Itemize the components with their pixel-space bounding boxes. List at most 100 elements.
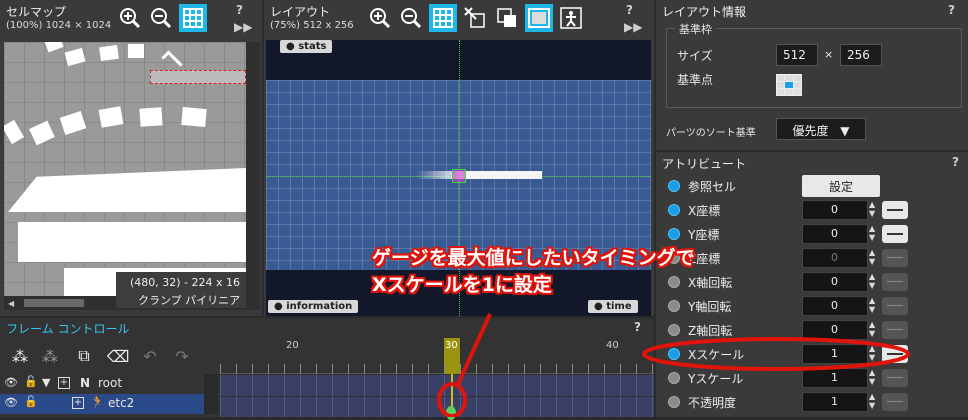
duplicate-icon[interactable]: ⧉	[70, 342, 98, 370]
attribute-row[interactable]: Z軸回転 0 ▲ ▼	[656, 318, 968, 342]
sort-select[interactable]: 優先度 ▼	[776, 118, 866, 140]
eye-icon[interactable]: 👁	[4, 376, 18, 389]
attribute-row[interactable]: 参照セル 設定	[656, 174, 968, 198]
base-frame-group: 基準枠 サイズ 基準点	[666, 21, 962, 108]
frame-control-help-icon[interactable]: ?	[634, 320, 641, 334]
curve-button[interactable]	[882, 249, 908, 267]
reference-cell-button[interactable]: 設定	[802, 175, 880, 197]
bounds-icon[interactable]	[493, 4, 521, 32]
spin-arrows-icon[interactable]: ▲ ▼	[869, 200, 875, 218]
collapse-arrow-icon[interactable]: ▼	[42, 376, 50, 389]
cell-piece	[44, 42, 64, 53]
layout-info-panel: レイアウト情報 ? 基準枠 サイズ 基準点 512 × 256 パーツのソート基…	[656, 0, 968, 150]
undo-icon[interactable]: ↶	[136, 342, 164, 370]
curve-button[interactable]	[882, 225, 908, 243]
part-origin-marker[interactable]	[452, 169, 466, 183]
attribute-row[interactable]: X軸回転 0 ▲ ▼	[656, 270, 968, 294]
curve-button[interactable]	[882, 297, 908, 315]
origin-cross-icon[interactable]	[461, 4, 489, 32]
spin-arrows-icon[interactable]: ▲ ▼	[869, 248, 875, 266]
spin-arrows-icon[interactable]: ▲ ▼	[869, 344, 875, 362]
cellmap-canvas[interactable]	[4, 42, 246, 296]
zoom-out-icon[interactable]	[397, 4, 425, 32]
eye-icon[interactable]: 👁	[4, 396, 18, 409]
add-null-icon[interactable]: ⁂	[36, 342, 64, 370]
attribute-value[interactable]: 0	[802, 320, 868, 340]
zoom-out-icon[interactable]	[147, 4, 175, 32]
curve-button[interactable]	[882, 273, 908, 291]
keyframe-marker[interactable]	[446, 406, 456, 420]
width-field[interactable]: 512	[776, 44, 818, 66]
track-row-etc2[interactable]: 👁 🔓 + 🏃 etc2	[0, 394, 218, 414]
spin-arrows-icon[interactable]: ▲ ▼	[869, 392, 875, 410]
attribute-value[interactable]: 0	[802, 272, 868, 292]
spin-arrows-icon[interactable]: ▲ ▼	[869, 368, 875, 386]
lock-icon[interactable]: 🔓	[24, 395, 38, 408]
curve-button[interactable]	[882, 201, 908, 219]
zoom-in-icon[interactable]	[366, 4, 394, 32]
attribute-value[interactable]: 0	[802, 248, 868, 268]
attribute-value[interactable]: 1	[802, 368, 868, 388]
attribute-toggle[interactable]	[668, 396, 680, 408]
spin-arrows-icon[interactable]: ▲ ▼	[869, 320, 875, 338]
attribute-row[interactable]: Y軸回転 0 ▲ ▼	[656, 294, 968, 318]
spin-arrows-icon[interactable]: ▲ ▼	[869, 296, 875, 314]
spin-arrows-icon[interactable]: ▲ ▼	[869, 224, 875, 242]
layout-info-help-icon[interactable]: ?	[948, 3, 955, 17]
attribute-value[interactable]: 1	[802, 344, 868, 364]
track-scrollbar[interactable]	[204, 374, 218, 414]
attribute-toggle[interactable]	[668, 276, 680, 288]
information-tag: ● information	[268, 300, 359, 313]
attribute-row[interactable]: Yスケール 1 ▲ ▼	[656, 366, 968, 390]
stats-tag-label: stats	[298, 41, 327, 52]
height-field[interactable]: 256	[840, 44, 882, 66]
attribute-row[interactable]: Z座標 0 ▲ ▼	[656, 246, 968, 270]
grid-toggle-icon[interactable]	[429, 4, 457, 32]
timeline-area[interactable]: 20 40 30	[220, 338, 654, 420]
figure-icon[interactable]	[557, 4, 585, 32]
origin-grid-icon[interactable]	[776, 74, 802, 96]
delete-icon[interactable]: ⌫	[104, 342, 132, 370]
curve-button[interactable]	[882, 369, 908, 387]
attribute-toggle[interactable]	[668, 228, 680, 240]
attribute-row[interactable]: X座標 0 ▲ ▼	[656, 198, 968, 222]
cell-piece	[18, 222, 246, 262]
redo-icon[interactable]: ↷	[168, 342, 196, 370]
attribute-help-icon[interactable]: ?	[952, 155, 959, 169]
cellmap-scroll-v[interactable]	[246, 42, 260, 296]
track-row-root[interactable]: 👁 🔓 ▼ + N root	[0, 374, 218, 394]
attribute-toggle[interactable]	[668, 204, 680, 216]
zoom-in-icon[interactable]	[116, 4, 144, 32]
attribute-row[interactable]: Xスケール 1 ▲ ▼	[656, 342, 968, 366]
attribute-toggle[interactable]	[668, 348, 680, 360]
attribute-value[interactable]: 0	[802, 224, 868, 244]
add-part-icon[interactable]: ⁂	[6, 342, 34, 370]
curve-button[interactable]	[882, 321, 908, 339]
frame-toggle-icon[interactable]	[525, 4, 553, 32]
cellmap-help-icon[interactable]: ?	[236, 3, 243, 17]
attribute-label: 不透明度	[688, 396, 737, 410]
attribute-row[interactable]: 不透明度 1 ▲ ▼	[656, 390, 968, 414]
attribute-toggle[interactable]	[668, 300, 680, 312]
curve-button[interactable]	[882, 345, 908, 363]
spin-arrows-icon[interactable]: ▲ ▼	[869, 272, 875, 290]
figure-icon: 🏃	[90, 395, 105, 409]
expand-box-icon[interactable]: +	[72, 397, 84, 409]
lock-icon[interactable]: 🔓	[24, 375, 38, 388]
ruler-label: 40	[606, 340, 619, 351]
layout-help-icon[interactable]: ?	[626, 3, 633, 17]
attribute-toggle[interactable]	[668, 372, 680, 384]
curve-button[interactable]	[882, 393, 908, 411]
layout-expand-icon[interactable]: ▶▶	[624, 20, 642, 34]
attribute-toggle[interactable]	[668, 324, 680, 336]
attribute-value[interactable]: 0	[802, 296, 868, 316]
attribute-row[interactable]: Y座標 0 ▲ ▼	[656, 222, 968, 246]
cellmap-expand-icon[interactable]: ▶▶	[234, 20, 252, 34]
attribute-value[interactable]: 1	[802, 392, 868, 412]
expand-box-icon[interactable]: +	[58, 377, 70, 389]
track-root-keys[interactable]	[220, 375, 654, 396]
attribute-value[interactable]: 0	[802, 200, 868, 220]
attribute-toggle[interactable]	[668, 180, 680, 192]
grid-toggle-icon[interactable]	[179, 4, 207, 32]
track-etc2-keys[interactable]	[220, 397, 654, 417]
